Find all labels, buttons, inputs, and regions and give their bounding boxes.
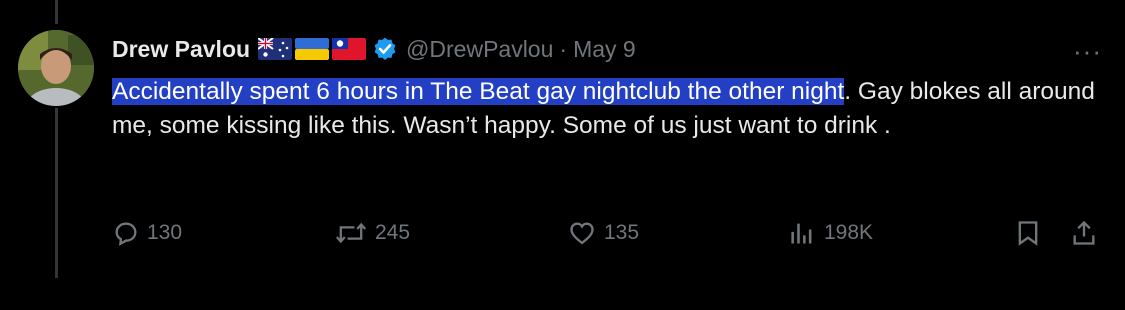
retweet-button[interactable]: 245 bbox=[334, 215, 410, 251]
australia-flag-icon bbox=[258, 38, 293, 60]
avatar-image bbox=[18, 30, 94, 106]
tweet-text: Accidentally spent 6 hours in The Beat g… bbox=[112, 75, 1102, 143]
taiwan-flag-icon bbox=[332, 38, 367, 60]
separator-dot: · bbox=[559, 35, 568, 62]
action-bar: 130 245 135 198K bbox=[112, 215, 1102, 255]
more-options-button[interactable]: ··· bbox=[1073, 36, 1102, 67]
bookmark-icon bbox=[1018, 221, 1038, 246]
author-handle[interactable]: @DrewPavlou bbox=[406, 36, 553, 63]
thread-line-bottom bbox=[55, 108, 58, 278]
author-name[interactable]: Drew Pavlou bbox=[112, 36, 250, 63]
tweet: Drew Pavlou @DrewPavlou · May 9 ··· Acci… bbox=[112, 30, 1102, 246]
views-icon bbox=[791, 223, 812, 244]
bookmark-button[interactable] bbox=[1014, 215, 1042, 251]
reply-count: 130 bbox=[147, 221, 183, 244]
share-button[interactable] bbox=[1070, 215, 1098, 251]
flag-emojis bbox=[258, 38, 367, 60]
thread-line-top bbox=[55, 0, 58, 24]
reply-icon bbox=[115, 222, 137, 246]
views-count: 198K bbox=[824, 221, 874, 244]
ukraine-flag-icon bbox=[295, 38, 330, 60]
tweet-header: Drew Pavlou @DrewPavlou · May 9 ··· bbox=[112, 30, 1102, 68]
retweet-count: 245 bbox=[375, 221, 411, 244]
reply-button[interactable]: 130 bbox=[112, 215, 182, 251]
views-button[interactable]: 198K bbox=[787, 215, 873, 251]
highlighted-text: Accidentally spent 6 hours in The Beat g… bbox=[112, 78, 845, 105]
avatar[interactable] bbox=[18, 30, 94, 106]
tweet-date[interactable]: May 9 bbox=[573, 36, 636, 63]
like-icon bbox=[570, 222, 594, 245]
like-count: 135 bbox=[604, 221, 640, 244]
verified-badge-icon[interactable] bbox=[372, 36, 398, 62]
like-button[interactable]: 135 bbox=[567, 215, 639, 251]
share-icon bbox=[1073, 220, 1095, 245]
retweet-icon bbox=[335, 222, 367, 244]
